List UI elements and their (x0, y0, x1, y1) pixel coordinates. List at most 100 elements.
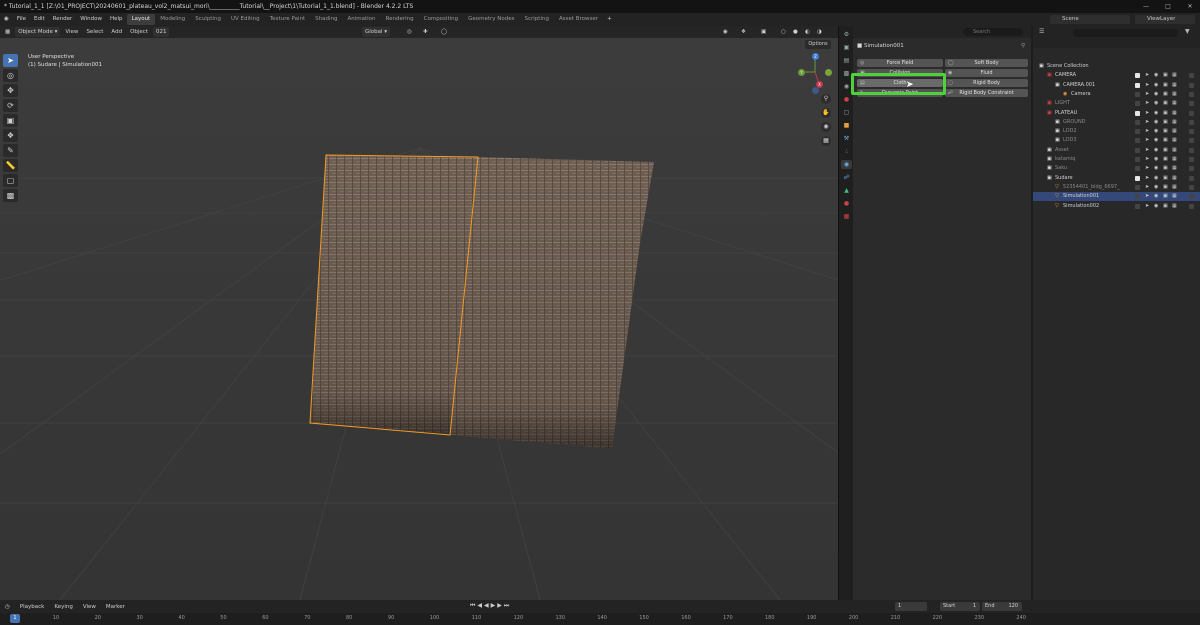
holdout-checkbox[interactable] (1189, 194, 1194, 200)
menu-add[interactable]: Add (108, 27, 125, 37)
selectable-icon[interactable]: ➤ (1145, 90, 1149, 99)
outliner-row[interactable]: ▽ Simulation002 ➤ ◉ ▣ ▦ (1033, 202, 1200, 211)
force-field-button[interactable]: ◎ Force Field (857, 59, 943, 67)
minimize-icon[interactable]: — (1136, 0, 1156, 13)
transform-tool-icon[interactable]: ❖ (3, 129, 18, 142)
collection-tab-icon[interactable]: ▢ (841, 108, 852, 117)
maximize-icon[interactable]: □ (1158, 0, 1178, 13)
camera-render-icon[interactable]: ▣ (1163, 183, 1168, 192)
camera-render-icon[interactable]: ▣ (1163, 146, 1168, 155)
render-icon[interactable]: ▦ (1172, 192, 1177, 201)
render-icon[interactable]: ▦ (1172, 71, 1177, 80)
material-shading-icon[interactable]: ◐ (802, 27, 813, 37)
move-tool-icon[interactable]: ✥ (3, 84, 18, 97)
timeline-ruler[interactable]: 1 10 20 30 40 50 60 70 80 90 100 110 120 130 140 150 16… (0, 613, 1200, 625)
holdout-checkbox[interactable] (1189, 184, 1194, 190)
eye-icon[interactable]: ◉ (1154, 164, 1158, 173)
exclude-checkbox[interactable] (1135, 101, 1140, 107)
outliner-row[interactable]: ▣ Scene Collection (1033, 62, 1200, 71)
exclude-checkbox[interactable] (1135, 203, 1140, 209)
eye-icon[interactable]: ◉ (1154, 146, 1158, 155)
visibility-icon[interactable]: ◉ (720, 27, 731, 37)
exclude-checkbox[interactable] (1135, 73, 1140, 79)
render-icon[interactable]: ▦ (1172, 174, 1177, 183)
view-menu[interactable]: View (78, 604, 101, 610)
eye-icon[interactable]: ◉ (1154, 118, 1158, 127)
soft-body-button[interactable]: ◯ Soft Body (945, 59, 1028, 67)
holdout-checkbox[interactable] (1189, 175, 1194, 181)
selectable-icon[interactable]: ➤ (1145, 146, 1149, 155)
measure-tool-icon[interactable]: 📏 (3, 159, 18, 172)
neg-y-axis-icon[interactable] (825, 69, 832, 76)
holdout-checkbox[interactable] (1189, 119, 1194, 125)
camera-render-icon[interactable]: ▣ (1163, 127, 1168, 136)
render-icon[interactable]: ▦ (1172, 81, 1177, 90)
outliner-row[interactable]: ▣ GROUND ➤ ◉ ▣ ▦ (1033, 118, 1200, 127)
outliner-row[interactable]: ▣ katamiq ➤ ◉ ▣ ▦ (1033, 155, 1200, 164)
outliner-row[interactable]: ▣ Saku ➤ ◉ ▣ ▦ (1033, 164, 1200, 173)
camera-render-icon[interactable]: ▣ (1163, 202, 1168, 211)
select-box-tool-icon[interactable]: ➤ (3, 54, 18, 67)
outliner-row[interactable]: ▣ LOD2 ➤ ◉ ▣ ▦ (1033, 127, 1200, 136)
holdout-checkbox[interactable] (1189, 101, 1194, 107)
holdout-checkbox[interactable] (1189, 147, 1194, 153)
exclude-checkbox[interactable] (1135, 157, 1140, 162)
outliner-row[interactable]: ▽ Simulation001 ➤ ◉ ▣ ▦ (1033, 192, 1200, 202)
render-icon[interactable]: ▦ (1172, 146, 1177, 155)
eye-icon[interactable]: ◉ (1154, 90, 1158, 99)
solid-shading-icon[interactable]: ● (790, 27, 801, 37)
current-frame-field[interactable]: 1 (895, 602, 927, 611)
material-tab-icon[interactable]: ● (841, 199, 852, 208)
eye-icon[interactable]: ◉ (1154, 71, 1158, 80)
eye-icon[interactable]: ◉ (1154, 174, 1158, 183)
outliner-search-input[interactable] (1073, 29, 1178, 37)
options-dropdown[interactable]: Options (805, 40, 831, 49)
menu-help[interactable]: Help (106, 13, 127, 26)
selectable-icon[interactable]: ➤ (1145, 155, 1149, 164)
modifier-tab-icon[interactable]: ⚒ (841, 134, 852, 143)
selectable-icon[interactable]: ➤ (1145, 71, 1149, 80)
outliner-row[interactable]: ▣ Asset ➤ ◉ ▣ ▦ (1033, 146, 1200, 155)
camera-render-icon[interactable]: ▣ (1163, 90, 1168, 99)
exclude-checkbox[interactable] (1135, 184, 1140, 190)
camera-render-icon[interactable]: ▣ (1163, 164, 1168, 173)
eye-icon[interactable]: ◉ (1154, 192, 1158, 201)
selectable-icon[interactable]: ➤ (1145, 127, 1149, 136)
tab-asset-browser[interactable]: Asset Browser (554, 14, 603, 25)
holdout-checkbox[interactable] (1189, 166, 1194, 172)
keying-menu[interactable]: Keying (49, 604, 77, 610)
y-axis-icon[interactable]: Y (798, 69, 805, 76)
navigation-gizmo[interactable]: Z Y X ⚲ ✋ ◉ ▦ (795, 52, 835, 147)
tab-modeling[interactable]: Modeling (155, 14, 190, 25)
3d-viewport[interactable] (0, 38, 838, 600)
holdout-checkbox[interactable] (1189, 138, 1194, 144)
pan-hand-icon[interactable]: ✋ (821, 108, 831, 118)
render-icon[interactable]: ▦ (1172, 90, 1177, 99)
outliner-row[interactable]: ▽ 52354401_bldg_6697_ ➤ ◉ ▣ ▦ (1033, 183, 1200, 192)
pivot-icon[interactable]: ◎ (404, 27, 415, 37)
fluid-button[interactable]: ◉ Fluid (945, 69, 1028, 77)
rendered-shading-icon[interactable]: ◑ (814, 27, 825, 37)
camera-render-icon[interactable]: ▣ (1163, 71, 1168, 80)
tab-texture-paint[interactable]: Texture Paint (265, 14, 311, 25)
current-frame-indicator[interactable]: 1 (10, 614, 20, 623)
particles-tab-icon[interactable]: ∴ (841, 147, 852, 156)
pin-icon[interactable]: ⚲ (1021, 41, 1025, 51)
neg-z-axis-icon[interactable] (812, 87, 819, 94)
z-axis-icon[interactable]: Z (812, 53, 819, 60)
viewlayer-selector[interactable]: ViewLayer (1135, 15, 1195, 24)
menu-select[interactable]: Select (83, 27, 106, 37)
zoom-icon[interactable]: ⚲ (821, 94, 831, 104)
outliner-row[interactable]: ▣ CAMERA ➤ ◉ ▣ ▦ (1033, 71, 1200, 80)
blender-logo-icon[interactable]: ◉ (0, 13, 13, 26)
gizmo-toggle-icon[interactable]: ❖ (738, 27, 749, 37)
holdout-checkbox[interactable] (1189, 82, 1194, 88)
mode-dropdown[interactable]: Object Mode ▾ (15, 27, 61, 37)
camera-render-icon[interactable]: ▣ (1163, 99, 1168, 108)
outliner-editor-icon[interactable]: ☰ (1039, 28, 1044, 35)
camera-render-icon[interactable]: ▣ (1163, 109, 1168, 118)
data-tab-icon[interactable]: ▲ (841, 186, 852, 195)
holdout-checkbox[interactable] (1189, 129, 1194, 135)
tool-tab-icon[interactable]: ⚙ (841, 30, 852, 39)
rigid-body-button[interactable]: ▢ Rigid Body (945, 79, 1028, 87)
